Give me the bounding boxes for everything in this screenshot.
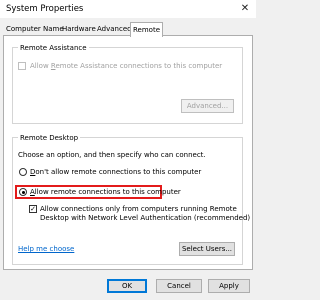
help-me-choose-link[interactable]: Help me choose [18,244,74,254]
allow-remote-assistance-checkbox[interactable] [18,62,26,70]
remote-assistance-group: Remote Assistance Allow Remote Assistanc… [12,43,243,124]
remote-desktop-instruction: Choose an option, and then specify who c… [18,151,206,159]
dont-allow-remote-radio[interactable] [19,168,27,176]
allow-remote-assistance-label: Allow Remote Assistance connections to t… [30,62,223,70]
title-bar: System Properties ✕ [0,0,256,18]
tab-advanced[interactable]: Advanced [97,24,132,35]
ok-button[interactable]: OK [107,279,147,293]
tab-remote[interactable]: Remote [130,22,164,37]
tab-computer-name[interactable]: Computer Name [6,24,64,35]
radio-selected-dot [21,190,25,194]
nla-checkbox[interactable]: ✓ [29,205,37,213]
tab-strip: Computer Name Hardware Advanced Remote [0,22,256,37]
remote-desktop-group: Remote Desktop Choose an option, and the… [12,133,250,265]
remote-desktop-group-label: Remote Desktop [18,133,81,143]
apply-button[interactable]: Apply [208,279,250,293]
allow-remote-radio[interactable] [19,188,27,196]
close-icon[interactable]: ✕ [238,2,252,16]
tab-hardware[interactable]: Hardware [62,24,96,35]
select-users-button[interactable]: Select Users... [179,242,235,256]
cancel-button[interactable]: Cancel [156,279,202,293]
window-title: System Properties [6,4,84,14]
advanced-button[interactable]: Advanced... [181,99,234,113]
nla-label-line2: Desktop with Network Level Authenticatio… [40,214,251,222]
tab-panel-remote: Remote Assistance Allow Remote Assistanc… [3,35,253,270]
remote-assistance-group-label: Remote Assistance [18,43,89,53]
allow-remote-label: Allow remote connections to this compute… [30,188,181,196]
dont-allow-remote-label: Don't allow remote connections to this c… [30,168,202,176]
